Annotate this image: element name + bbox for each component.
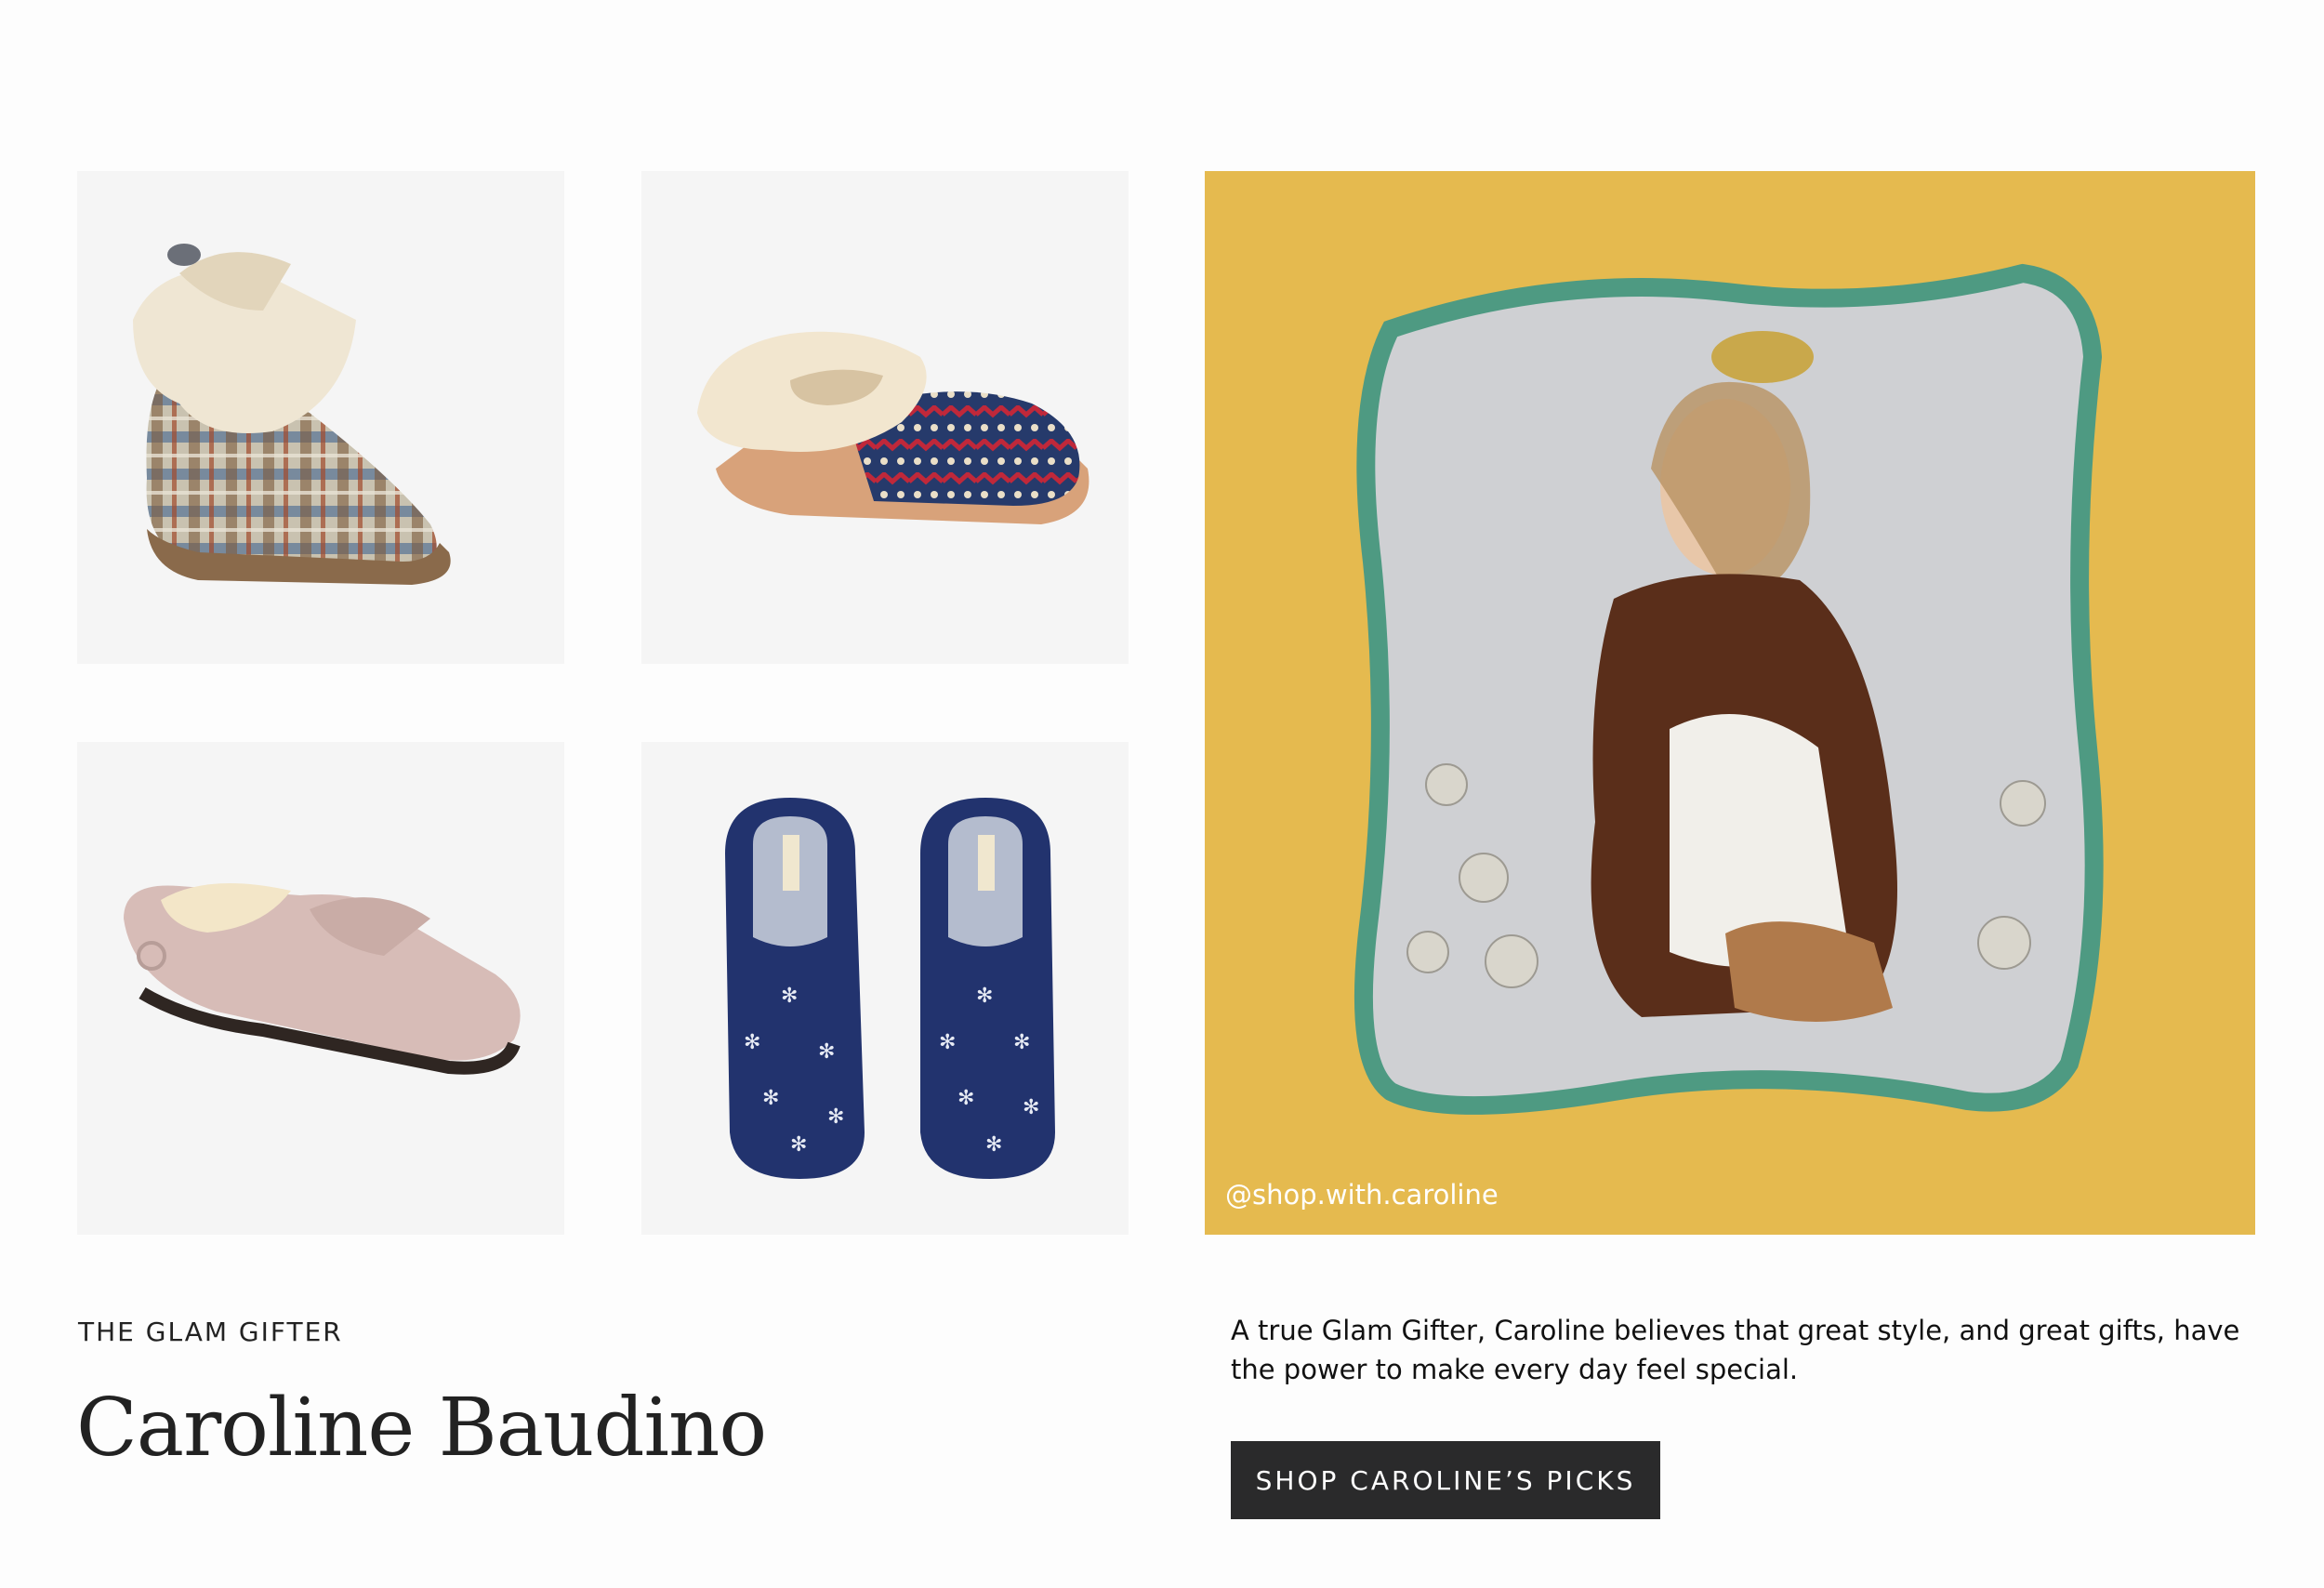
svg-text:✻: ✻ [957,1087,974,1110]
svg-text:✻: ✻ [939,1031,956,1054]
pink-moccasin-image [124,883,521,1075]
product-tile-navy-snowflake-slippers[interactable]: ✻ ✻ ✻ ✻ ✻ ✻ ✻ ✻ ✻ ✻ ✻ ✻ [641,742,1129,1235]
svg-text:✻: ✻ [781,985,798,1008]
svg-text:✻: ✻ [1013,1031,1030,1054]
svg-text:✻: ✻ [790,1133,807,1157]
svg-text:✻: ✻ [818,1040,835,1064]
plaid-bootie-image [133,244,451,585]
svg-text:✻: ✻ [985,1133,1002,1157]
product-tile-pink-moccasin[interactable] [77,742,564,1235]
product-tile-plaid-bootie[interactable] [77,171,564,664]
svg-text:✻: ✻ [827,1105,844,1129]
product-tile-fair-isle-slipper[interactable] [641,171,1129,664]
svg-text:✻: ✻ [762,1087,779,1110]
svg-text:✻: ✻ [976,985,993,1008]
navy-snowflake-slippers-image: ✻ ✻ ✻ ✻ ✻ ✻ ✻ ✻ ✻ ✻ ✻ ✻ [725,798,1055,1179]
fair-isle-slipper-image [697,331,1089,524]
svg-text:✻: ✻ [1023,1096,1039,1119]
svg-text:✻: ✻ [744,1031,760,1054]
hero-portrait-illustration [1353,263,2104,1115]
section-eyebrow: THE GLAM GIFTER [78,1317,343,1347]
hero-social-handle: @shop.with.caroline [1225,1179,1499,1211]
hero-feature-image[interactable]: @shop.with.caroline [1205,171,2255,1235]
shop-picks-button[interactable]: SHOP CAROLINE’S PICKS [1231,1441,1660,1519]
profile-description: A true Glam Gifter, Caroline believes th… [1231,1315,2240,1385]
profile-name-heading: Caroline Baudino [76,1382,767,1475]
